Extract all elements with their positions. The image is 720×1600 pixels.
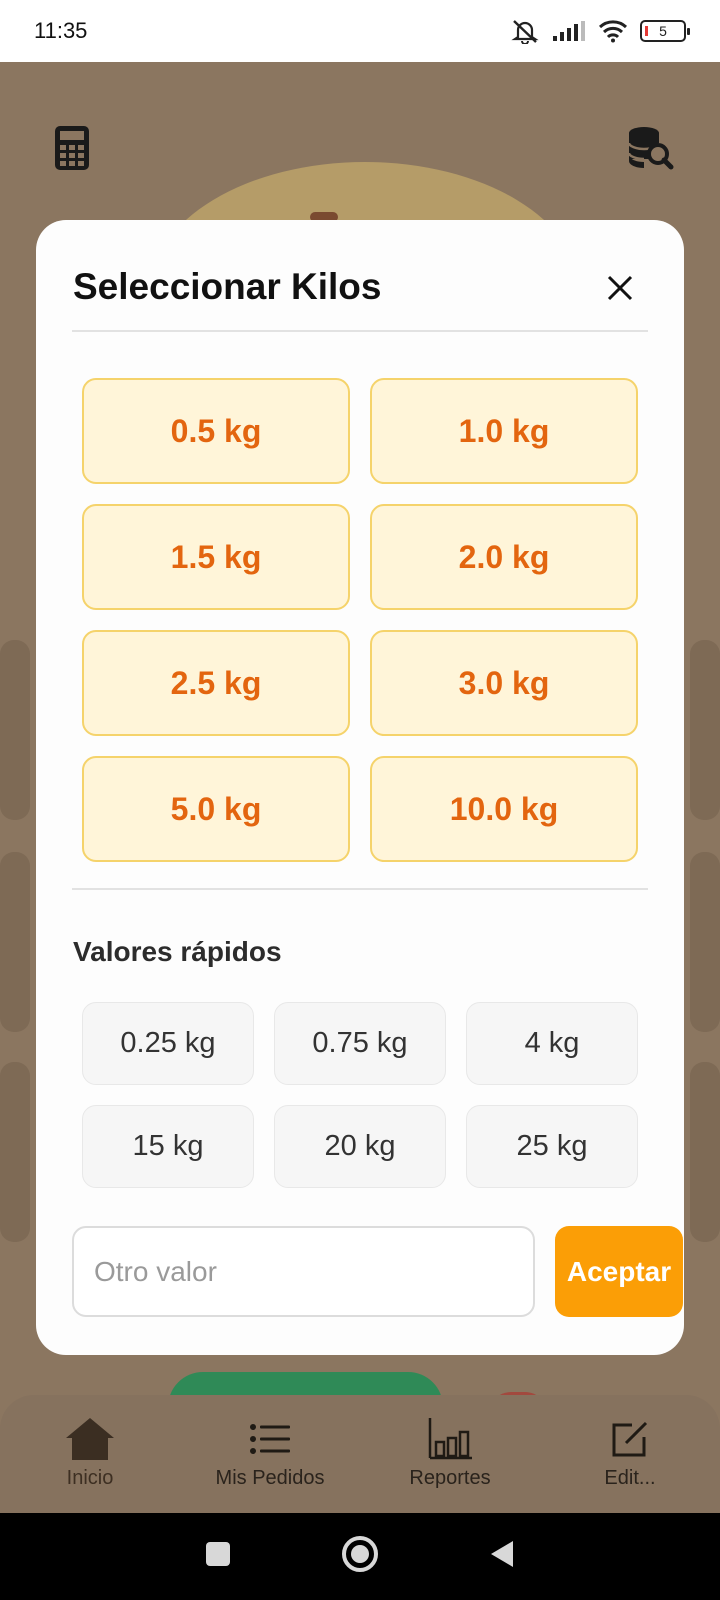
kg-option-button[interactable]: 0.5 kg xyxy=(82,378,350,484)
wifi-icon xyxy=(598,19,628,43)
bottom-nav: Inicio Mis Pedidos Reportes Edit... xyxy=(0,1395,720,1513)
quick-value-button[interactable]: 0.75 kg xyxy=(274,1002,446,1085)
back-button[interactable] xyxy=(489,1539,515,1574)
accept-button[interactable]: Aceptar xyxy=(555,1226,683,1317)
kg-option-button[interactable]: 3.0 kg xyxy=(370,630,638,736)
select-kilos-dialog: Seleccionar Kilos 0.5 kg 1.0 kg 1.5 kg 2… xyxy=(36,220,684,1355)
status-time: 11:35 xyxy=(34,18,88,43)
nav-item-inicio[interactable]: Inicio xyxy=(15,1415,165,1490)
status-icons: 5 xyxy=(510,18,690,44)
system-nav xyxy=(0,1513,720,1600)
quick-value-button[interactable]: 4 kg xyxy=(466,1002,638,1085)
home-button[interactable] xyxy=(341,1535,379,1578)
quick-value-button[interactable]: 20 kg xyxy=(274,1105,446,1188)
close-button[interactable] xyxy=(602,270,638,306)
kg-options-grid: 0.5 kg 1.0 kg 1.5 kg 2.0 kg 2.5 kg 3.0 k… xyxy=(82,378,638,862)
calculator-icon[interactable] xyxy=(52,124,100,172)
nav-item-edit[interactable]: Edit... xyxy=(555,1415,705,1490)
quick-value-button[interactable]: 15 kg xyxy=(82,1105,254,1188)
nav-item-mis-pedidos[interactable]: Mis Pedidos xyxy=(195,1415,345,1490)
status-bar: 11:35 5 xyxy=(0,0,720,62)
close-icon xyxy=(607,275,633,301)
nav-label: Inicio xyxy=(66,1467,114,1489)
background-card xyxy=(690,1062,720,1242)
kg-option-button[interactable]: 1.0 kg xyxy=(370,378,638,484)
background-card xyxy=(0,640,30,820)
battery-level: 5 xyxy=(659,23,667,39)
other-value-input[interactable] xyxy=(72,1226,535,1317)
background-card xyxy=(0,1062,30,1242)
list-icon xyxy=(250,1415,290,1463)
battery-icon: 5 xyxy=(640,20,690,42)
nav-item-reportes[interactable]: Reportes xyxy=(375,1415,525,1490)
divider xyxy=(72,330,648,332)
kg-option-button[interactable]: 2.5 kg xyxy=(82,630,350,736)
kg-option-button[interactable]: 5.0 kg xyxy=(82,756,350,862)
quick-values-grid: 0.25 kg 0.75 kg 4 kg 15 kg 20 kg 25 kg xyxy=(82,1002,638,1188)
dialog-title: Seleccionar Kilos xyxy=(73,266,382,307)
bar-chart-icon xyxy=(428,1415,472,1463)
quick-value-button[interactable]: 25 kg xyxy=(466,1105,638,1188)
mute-icon xyxy=(510,18,540,44)
kg-option-button[interactable]: 1.5 kg xyxy=(82,504,350,610)
quick-value-button[interactable]: 0.25 kg xyxy=(82,1002,254,1085)
kg-option-button[interactable]: 2.0 kg xyxy=(370,504,638,610)
home-icon xyxy=(64,1415,116,1463)
nav-label: Mis Pedidos xyxy=(215,1467,325,1489)
nav-label: Reportes xyxy=(409,1467,491,1489)
nav-label: Edit... xyxy=(604,1467,656,1489)
background-card xyxy=(690,852,720,1032)
recents-button[interactable] xyxy=(205,1541,231,1572)
background-card xyxy=(0,852,30,1032)
kg-option-button[interactable]: 10.0 kg xyxy=(370,756,638,862)
divider xyxy=(72,888,648,890)
quick-values-title: Valores rápidos xyxy=(73,936,282,967)
database-search-icon[interactable] xyxy=(626,124,674,172)
background-card xyxy=(690,640,720,820)
signal-icon xyxy=(552,20,586,42)
edit-icon xyxy=(610,1415,650,1463)
